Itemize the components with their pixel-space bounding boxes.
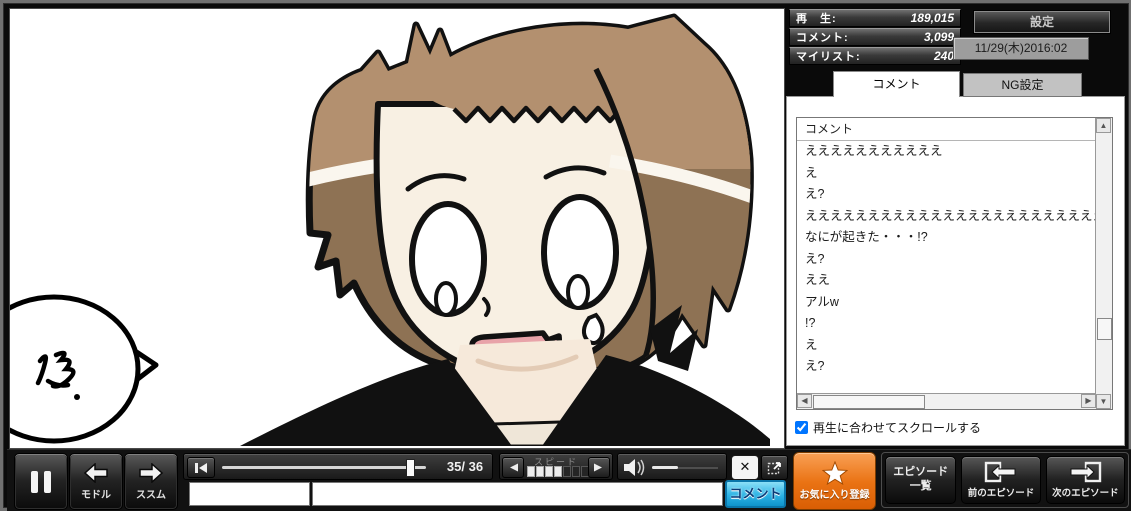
app-window: { "header": { "stats": [ {"label": "再 生:… — [0, 0, 1131, 510]
fullscreen-button[interactable] — [761, 455, 788, 480]
command-input[interactable] — [189, 482, 310, 506]
vertical-scrollbar[interactable]: ▲ ▼ — [1095, 118, 1112, 409]
autoscroll-option[interactable]: 再生に合わせてスクロールする — [795, 419, 981, 436]
speed-strip: スピード — [499, 453, 613, 480]
comment-list: コメント えええええええええええ え え? ええええええええええええええええええ… — [796, 117, 1113, 410]
page-position: 35/ 36 — [435, 453, 495, 480]
seek-thumb[interactable] — [406, 459, 415, 477]
comment-row[interactable]: なにが起きた・・・!? — [797, 227, 1096, 249]
comment-submit-button[interactable]: コメント — [725, 480, 786, 508]
prev-episode-label: 前のエピソード — [968, 485, 1035, 499]
comment-row[interactable]: !? — [797, 313, 1096, 335]
comment-row[interactable]: ええ — [797, 270, 1096, 292]
speed-up-button[interactable] — [588, 457, 610, 478]
comment-row[interactable]: え? — [797, 356, 1096, 378]
favorite-button[interactable]: お気に入り登録 — [793, 452, 876, 510]
vertical-scroll-thumb[interactable] — [1097, 318, 1112, 340]
speech-bubble — [10, 297, 156, 441]
star-icon — [822, 461, 848, 485]
settings-button[interactable]: 設定 — [973, 10, 1111, 34]
comment-row[interactable]: えええええええええええ — [797, 141, 1096, 163]
back-button[interactable]: モドル — [69, 453, 123, 510]
back-label: モドル — [81, 486, 111, 501]
arrow-right-small-icon — [594, 463, 604, 472]
speed-down-button[interactable] — [502, 457, 524, 478]
comment-toggle-button[interactable]: ✕ — [731, 455, 759, 480]
mylist-label: マイリスト: — [796, 48, 861, 64]
comments-label: コメント: — [796, 29, 849, 45]
comments-value: 3,099 — [924, 30, 954, 44]
window-frame: 再 生: 189,015 コメント: 3,099 マイリスト: 240 設定 1… — [3, 3, 1129, 508]
video-stage[interactable] — [9, 8, 785, 449]
resize-icon — [767, 461, 782, 475]
prev-episode-button[interactable]: 前のエピソード — [961, 456, 1040, 504]
next-episode-button[interactable]: 次のエピソード — [1046, 456, 1125, 504]
tab-ng-settings[interactable]: NG設定 — [963, 73, 1082, 97]
comment-column-header[interactable]: コメント — [797, 118, 1096, 141]
arrow-right-icon — [138, 463, 164, 483]
autoscroll-checkbox[interactable] — [795, 421, 808, 434]
plays-label: 再 生: — [796, 10, 837, 26]
autoscroll-label: 再生に合わせてスクロールする — [813, 419, 981, 436]
next-episode-icon — [1068, 461, 1102, 483]
stat-row-mylist: マイリスト: 240 — [789, 47, 961, 65]
next-episode-label: 次のエピソード — [1052, 485, 1119, 499]
pause-icon — [31, 471, 51, 493]
scroll-left-button[interactable]: ◀ — [797, 394, 812, 408]
mylist-value: 240 — [934, 49, 954, 63]
stat-row-comments: コメント: 3,099 — [789, 28, 961, 46]
comment-row[interactable]: え? — [797, 184, 1096, 206]
anime-frame-illustration — [10, 9, 782, 446]
arrow-left-small-icon — [508, 463, 518, 472]
tab-comment[interactable]: コメント — [833, 71, 960, 97]
comment-rows: えええええええええええ え え? えええええええええええええええええええええええ… — [797, 141, 1096, 394]
arrow-left-icon — [83, 463, 109, 483]
seek-track[interactable] — [222, 466, 426, 469]
comment-input[interactable] — [312, 482, 723, 506]
player-control-bar: モドル ススム 35/ 36 スピード — [7, 449, 1131, 511]
forward-label: ススム — [136, 486, 166, 501]
speaker-icon — [623, 458, 647, 477]
horizontal-scroll-thumb[interactable] — [813, 395, 925, 409]
scroll-right-button[interactable]: ▶ — [1081, 394, 1096, 408]
comment-row[interactable]: ええええええええええええええええええええええええ — [797, 206, 1096, 228]
scroll-down-button[interactable]: ▼ — [1096, 394, 1111, 409]
pause-button[interactable] — [14, 453, 68, 510]
episode-button-group: エピソード 一覧 前のエピソード 次のエピソード — [881, 452, 1129, 508]
horizontal-scrollbar[interactable]: ◀ ▶ — [797, 393, 1096, 409]
skip-start-icon — [194, 462, 208, 474]
comment-tab-panel: コメント えええええええええええ え え? ええええええええええええええええええ… — [786, 96, 1125, 446]
comment-row[interactable]: え — [797, 163, 1096, 185]
scroll-up-button[interactable]: ▲ — [1096, 118, 1111, 133]
comment-row[interactable]: アルw — [797, 292, 1096, 314]
stats-box: 再 生: 189,015 コメント: 3,099 マイリスト: 240 — [789, 9, 961, 66]
volume-level[interactable] — [652, 466, 678, 469]
skip-to-start-button[interactable] — [187, 457, 215, 478]
volume-strip — [617, 453, 727, 480]
episode-list-label: エピソード 一覧 — [893, 466, 948, 494]
comment-row[interactable]: え — [797, 335, 1096, 357]
stat-row-plays: 再 生: 189,015 — [789, 9, 961, 27]
favorite-label: お気に入り登録 — [800, 486, 870, 501]
forward-button[interactable]: ススム — [124, 453, 178, 510]
info-panel: 再 生: 189,015 コメント: 3,099 マイリスト: 240 設定 1… — [785, 4, 1128, 448]
plays-value: 189,015 — [911, 11, 954, 25]
prev-episode-icon — [984, 461, 1018, 483]
datetime-display: 11/29(木)2016:02 — [953, 37, 1089, 60]
comment-row[interactable]: え? — [797, 249, 1096, 271]
episode-list-button[interactable]: エピソード 一覧 — [885, 456, 956, 504]
